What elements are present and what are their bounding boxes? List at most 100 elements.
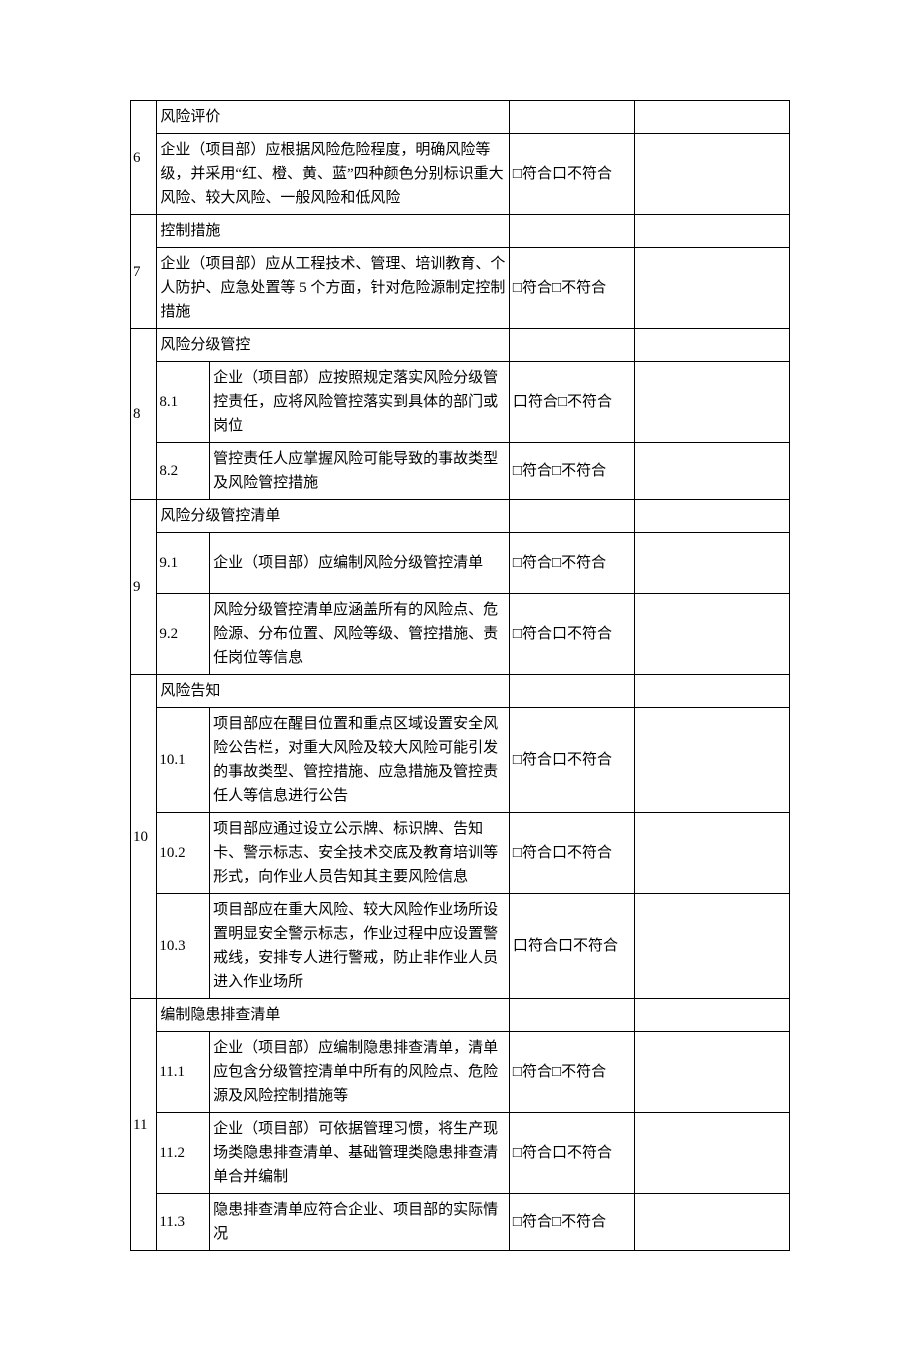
result-cell: □符合口不符合 bbox=[509, 1113, 634, 1194]
section-header-row: 6 风险评价 bbox=[131, 101, 790, 134]
sub-number: 11.1 bbox=[157, 1032, 210, 1113]
remark-cell bbox=[635, 101, 790, 134]
checkbox-icon[interactable]: □ bbox=[513, 1064, 522, 1080]
checkbox-icon[interactable]: 口 bbox=[558, 938, 573, 954]
remark-cell bbox=[635, 594, 790, 675]
remark-cell bbox=[635, 362, 790, 443]
content-cell: 企业（项目部）应从工程技术、管理、培训教育、个人防护、应急处置等 5 个方面，针… bbox=[157, 248, 510, 329]
checkbox-icon[interactable]: 口 bbox=[552, 1145, 567, 1161]
remark-cell bbox=[635, 1194, 790, 1251]
content-row: 10.1 项目部应在醒目位置和重点区域设置安全风险公告栏，对重大风险及较大风险可… bbox=[131, 708, 790, 813]
remark-cell bbox=[635, 675, 790, 708]
result-cell: □符合□不符合 bbox=[509, 533, 634, 594]
content-cell: 管控责任人应掌握风险可能导致的事故类型及风险管控措施 bbox=[210, 443, 510, 500]
sub-number: 11.2 bbox=[157, 1113, 210, 1194]
remark-cell bbox=[635, 1032, 790, 1113]
content-cell: 隐患排查清单应符合企业、项目部的实际情况 bbox=[210, 1194, 510, 1251]
result-cell: □符合□不符合 bbox=[509, 1194, 634, 1251]
result-cell bbox=[509, 999, 634, 1032]
content-cell: 企业（项目部）应按照规定落实风险分级管控责任，应将风险管控落实到具体的部门或岗位 bbox=[210, 362, 510, 443]
content-cell: 风险分级管控清单应涵盖所有的风险点、危险源、分布位置、风险等级、管控措施、责任岗… bbox=[210, 594, 510, 675]
row-number: 7 bbox=[131, 215, 157, 329]
checkbox-icon[interactable]: 口 bbox=[552, 626, 567, 642]
remark-cell bbox=[635, 215, 790, 248]
checkbox-icon[interactable]: □ bbox=[558, 394, 567, 410]
content-row: 8.1 企业（项目部）应按照规定落实风险分级管控责任，应将风险管控落实到具体的部… bbox=[131, 362, 790, 443]
remark-cell bbox=[635, 248, 790, 329]
result-cell bbox=[509, 500, 634, 533]
sub-number: 9.2 bbox=[157, 594, 210, 675]
result-cell: □符合口不符合 bbox=[509, 708, 634, 813]
remark-cell bbox=[635, 329, 790, 362]
content-row: 11.1 企业（项目部）应编制隐患排查清单，清单应包含分级管控清单中所有的风险点… bbox=[131, 1032, 790, 1113]
section-title: 控制措施 bbox=[157, 215, 510, 248]
checkbox-icon[interactable]: □ bbox=[513, 463, 522, 479]
checkbox-icon[interactable]: 口 bbox=[513, 394, 528, 410]
row-number: 9 bbox=[131, 500, 157, 675]
content-row: 9.1 企业（项目部）应编制风险分级管控清单 □符合□不符合 bbox=[131, 533, 790, 594]
sub-number: 10.1 bbox=[157, 708, 210, 813]
content-cell: 项目部应通过设立公示牌、标识牌、告知卡、警示标志、安全技术交底及教育培训等形式，… bbox=[210, 813, 510, 894]
checkbox-icon[interactable]: □ bbox=[513, 845, 522, 861]
checkbox-icon[interactable]: □ bbox=[552, 1214, 561, 1230]
section-header-row: 11 编制隐患排查清单 bbox=[131, 999, 790, 1032]
checkbox-icon[interactable]: □ bbox=[513, 752, 522, 768]
checkbox-icon[interactable]: □ bbox=[513, 1145, 522, 1161]
section-title: 风险分级管控 bbox=[157, 329, 510, 362]
checkbox-icon[interactable]: 口 bbox=[513, 938, 528, 954]
content-row: 11.3 隐患排查清单应符合企业、项目部的实际情况 □符合□不符合 bbox=[131, 1194, 790, 1251]
content-row: 10.3 项目部应在重大风险、较大风险作业场所设置明显安全警示标志，作业过程中应… bbox=[131, 894, 790, 999]
row-number: 11 bbox=[131, 999, 157, 1251]
content-row: 11.2 企业（项目部）可依据管理习惯，将生产现场类隐患排查清单、基础管理类隐患… bbox=[131, 1113, 790, 1194]
checkbox-icon[interactable]: 口 bbox=[552, 845, 567, 861]
sub-number: 11.3 bbox=[157, 1194, 210, 1251]
remark-cell bbox=[635, 500, 790, 533]
checkbox-icon[interactable]: □ bbox=[513, 555, 522, 571]
checkbox-icon[interactable]: □ bbox=[513, 280, 522, 296]
checkbox-icon[interactable]: □ bbox=[552, 555, 561, 571]
result-cell bbox=[509, 675, 634, 708]
remark-cell bbox=[635, 999, 790, 1032]
section-header-row: 9 风险分级管控清单 bbox=[131, 500, 790, 533]
checkbox-icon[interactable]: □ bbox=[552, 463, 561, 479]
section-header-row: 7 控制措施 bbox=[131, 215, 790, 248]
content-cell: 企业（项目部）应编制隐患排查清单，清单应包含分级管控清单中所有的风险点、危险源及… bbox=[210, 1032, 510, 1113]
checklist-table: 6 风险评价 企业（项目部）应根据风险危险程度，明确风险等级，并采用“红、橙、黄… bbox=[130, 100, 790, 1251]
checkbox-icon[interactable]: □ bbox=[513, 626, 522, 642]
content-cell: 项目部应在醒目位置和重点区域设置安全风险公告栏，对重大风险及较大风险可能引发的事… bbox=[210, 708, 510, 813]
result-cell: □符合口不符合 bbox=[509, 134, 634, 215]
checkbox-icon[interactable]: □ bbox=[552, 1064, 561, 1080]
section-title: 风险告知 bbox=[157, 675, 510, 708]
sub-number: 9.1 bbox=[157, 533, 210, 594]
result-cell: □符合□不符合 bbox=[509, 248, 634, 329]
sub-number: 10.2 bbox=[157, 813, 210, 894]
section-header-row: 10 风险告知 bbox=[131, 675, 790, 708]
checkbox-icon[interactable]: 口 bbox=[552, 166, 567, 182]
remark-cell bbox=[635, 894, 790, 999]
result-cell: 口符合口不符合 bbox=[509, 894, 634, 999]
result-cell: 口符合□不符合 bbox=[509, 362, 634, 443]
checkbox-icon[interactable]: □ bbox=[513, 166, 522, 182]
remark-cell bbox=[635, 533, 790, 594]
result-cell bbox=[509, 329, 634, 362]
remark-cell bbox=[635, 134, 790, 215]
section-title: 风险评价 bbox=[157, 101, 510, 134]
checkbox-icon[interactable]: 口 bbox=[552, 752, 567, 768]
sub-number: 8.2 bbox=[157, 443, 210, 500]
content-row: 8.2 管控责任人应掌握风险可能导致的事故类型及风险管控措施 □符合□不符合 bbox=[131, 443, 790, 500]
result-cell: □符合口不符合 bbox=[509, 813, 634, 894]
content-cell: 企业（项目部）可依据管理习惯，将生产现场类隐患排查清单、基础管理类隐患排查清单合… bbox=[210, 1113, 510, 1194]
content-row: 10.2 项目部应通过设立公示牌、标识牌、告知卡、警示标志、安全技术交底及教育培… bbox=[131, 813, 790, 894]
section-title: 编制隐患排查清单 bbox=[157, 999, 510, 1032]
sub-number: 10.3 bbox=[157, 894, 210, 999]
checkbox-icon[interactable]: □ bbox=[513, 1214, 522, 1230]
content-cell: 企业（项目部）应根据风险危险程度，明确风险等级，并采用“红、橙、黄、蓝”四种颜色… bbox=[157, 134, 510, 215]
sub-number: 8.1 bbox=[157, 362, 210, 443]
remark-cell bbox=[635, 1113, 790, 1194]
result-cell: □符合□不符合 bbox=[509, 1032, 634, 1113]
result-cell: □符合口不符合 bbox=[509, 594, 634, 675]
checkbox-icon[interactable]: □ bbox=[552, 280, 561, 296]
section-header-row: 8 风险分级管控 bbox=[131, 329, 790, 362]
remark-cell bbox=[635, 443, 790, 500]
result-cell bbox=[509, 101, 634, 134]
